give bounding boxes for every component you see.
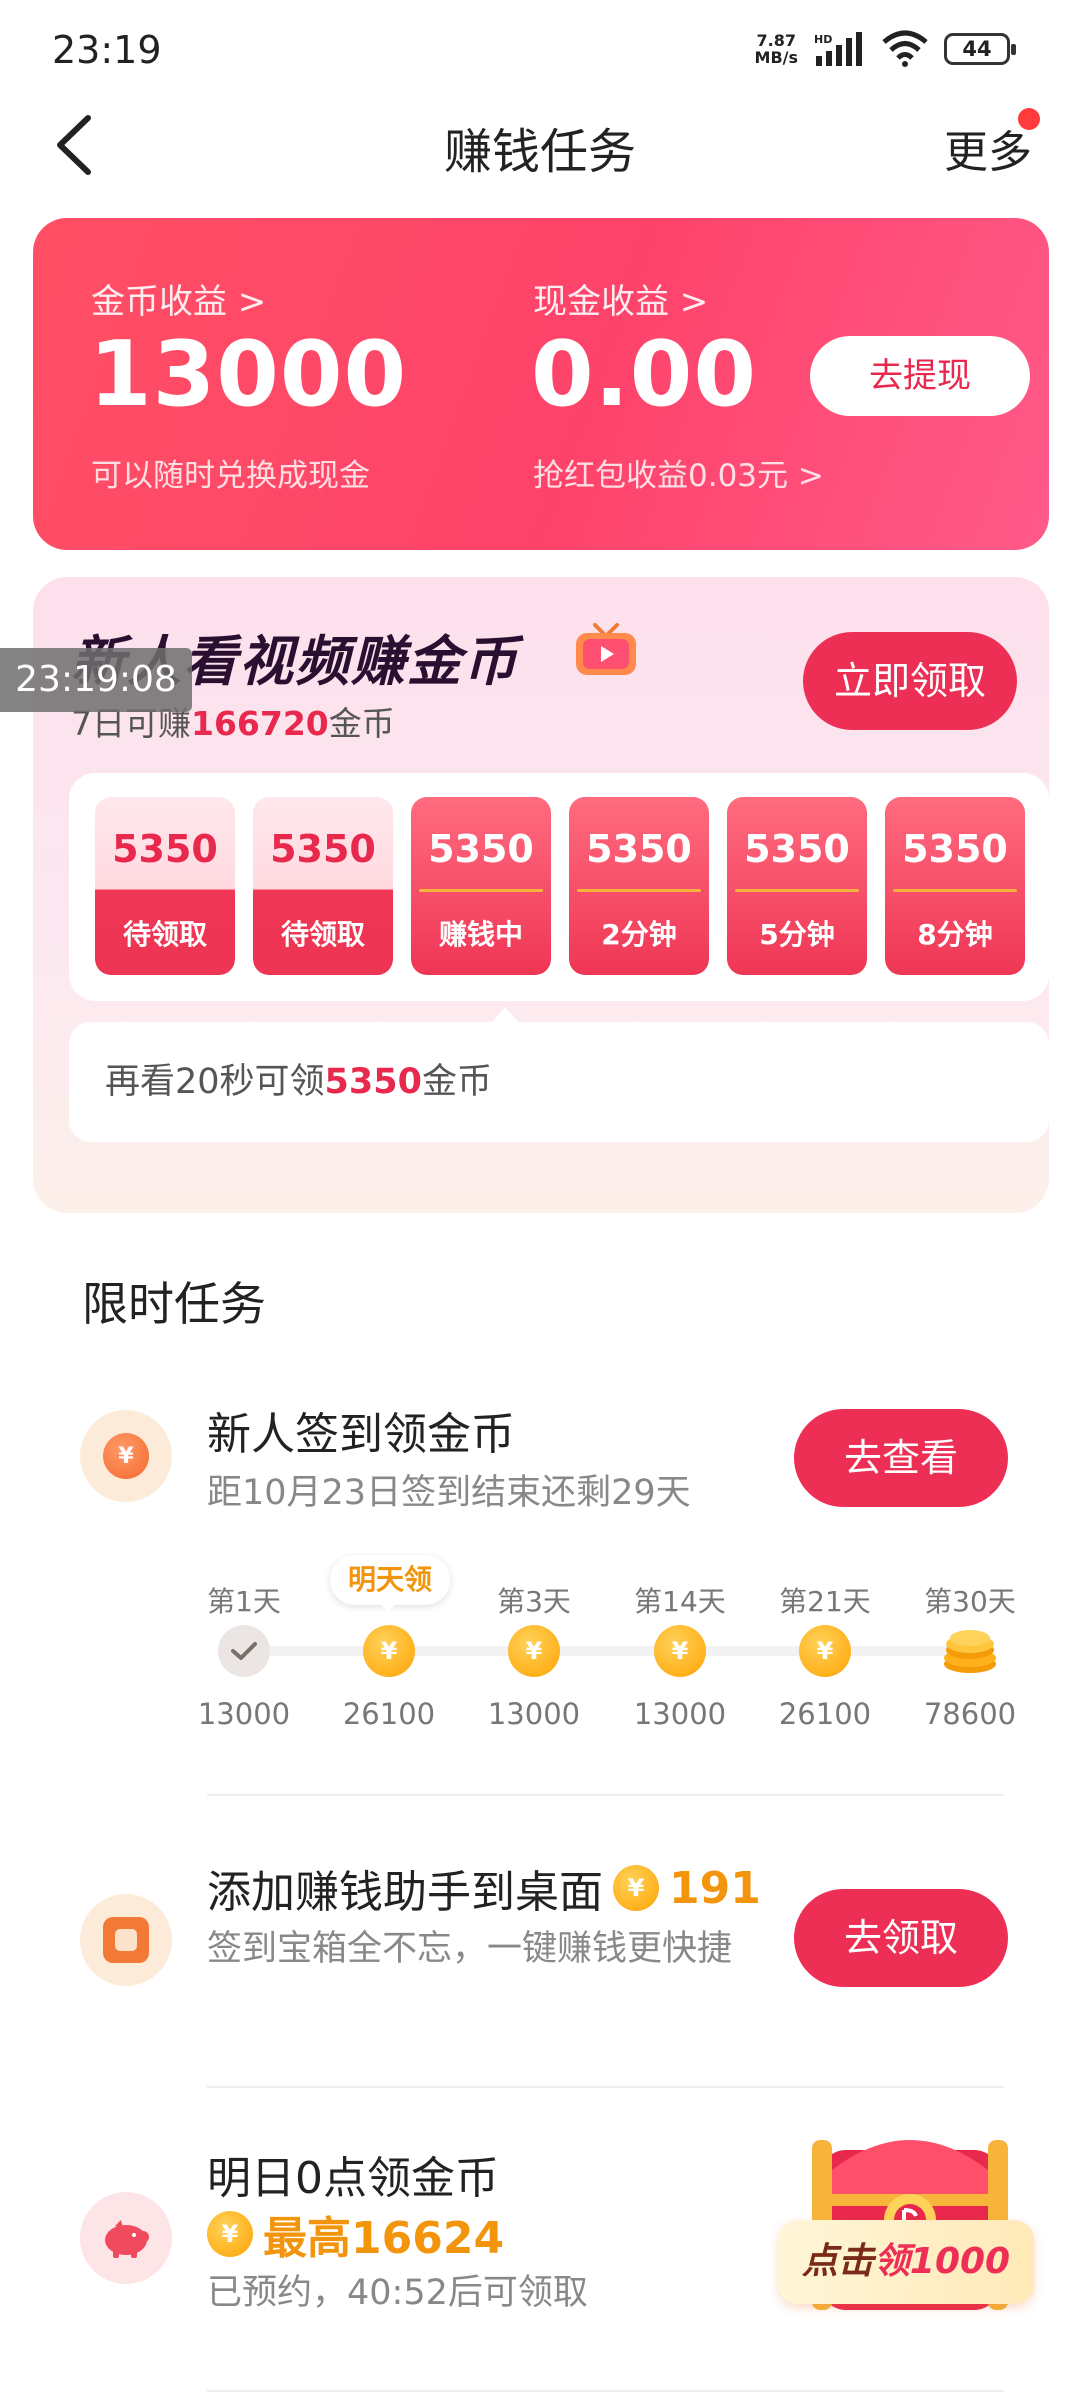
wifi-icon xyxy=(882,30,928,67)
coin-icon: ¥ xyxy=(799,1625,851,1677)
check-icon xyxy=(218,1625,270,1677)
timeline-amount: 26100 xyxy=(778,1697,872,1731)
coin-icon: ¥ xyxy=(654,1625,706,1677)
cash-earnings-link[interactable]: 现金收益 > xyxy=(533,274,708,323)
reward-tile[interactable]: 5350 待领取 xyxy=(253,797,393,975)
time-overlay: 23:19:08 xyxy=(0,648,192,712)
signal-icon: HD xyxy=(814,32,862,66)
status-bar: 23:19 7.87 MB/s HD 44 xyxy=(0,0,1080,100)
task-title: 明日0点领金币 xyxy=(207,2153,499,2204)
coin-icon: ¥ xyxy=(207,2211,253,2257)
coin-earnings-link[interactable]: 金币收益 > xyxy=(91,274,266,323)
view-signin-button[interactable]: 去查看 xyxy=(794,1409,1008,1507)
cash-earnings-value: 0.00 xyxy=(531,322,758,427)
timeline-day: 第21天 xyxy=(779,1585,871,1618)
coin-icon: ¥ xyxy=(508,1625,560,1677)
earnings-card: 金币收益 > 13000 可以随时兑换成现金 现金收益 > 0.00 抢红包收益… xyxy=(33,218,1049,550)
tomorrow-bubble: 明天领 xyxy=(330,1555,450,1605)
task-title: 新人签到领金币 xyxy=(207,1409,515,1460)
claim-desktop-button[interactable]: 去领取 xyxy=(794,1889,1008,1987)
hint-pointer xyxy=(491,1007,519,1023)
timeline-day: 第14天 xyxy=(634,1585,726,1618)
timeline-amount: 78600 xyxy=(923,1697,1017,1731)
battery-icon: 44 xyxy=(944,33,1016,65)
piggy-bank-icon xyxy=(80,2192,172,2284)
divider xyxy=(207,2390,1004,2392)
chest-claim-label[interactable]: 点击领1000 xyxy=(778,2220,1034,2304)
timeline-day: 第1天 xyxy=(207,1585,281,1618)
coin-icon: ¥ xyxy=(363,1625,415,1677)
reward-tile[interactable]: 5350 8分钟 xyxy=(885,797,1025,975)
timeline-track xyxy=(242,1646,972,1656)
coin-icon: ¥ xyxy=(613,1865,659,1911)
tv-icon xyxy=(576,623,636,675)
task-description: 距10月23日签到结束还剩29天 xyxy=(207,1473,691,1513)
network-speed: 7.87 MB/s xyxy=(754,31,798,67)
status-time: 23:19 xyxy=(52,28,162,72)
reward-tile[interactable]: 5350 赚钱中 xyxy=(411,797,551,975)
coin-stack-icon xyxy=(944,1630,996,1673)
more-button[interactable]: 更多 xyxy=(944,116,1032,180)
timeline-day: 第3天 xyxy=(497,1585,571,1618)
timeline-amount: 13000 xyxy=(487,1697,581,1731)
reward-tile[interactable]: 5350 待领取 xyxy=(95,797,235,975)
timeline-amount: 26100 xyxy=(342,1697,436,1731)
timeline-amount: 13000 xyxy=(197,1697,291,1731)
timeline-amount: 13000 xyxy=(633,1697,727,1731)
reward-tile[interactable]: 5350 5分钟 xyxy=(727,797,867,975)
app-icon xyxy=(80,1894,172,1986)
reward-tile[interactable]: 5350 2分钟 xyxy=(569,797,709,975)
notification-dot xyxy=(1018,108,1040,130)
divider xyxy=(207,2086,1004,2088)
total-coins: 166720 xyxy=(191,704,329,743)
reward-strip: 5350 待领取 5350 待领取 5350 赚钱中 5350 2分钟 5350… xyxy=(69,773,1049,1001)
withdraw-button[interactable]: 去提现 xyxy=(810,336,1030,416)
coin-earnings-value: 13000 xyxy=(89,322,408,427)
claim-now-button[interactable]: 立即领取 xyxy=(803,632,1017,730)
coin-bonus: 191 xyxy=(669,1862,761,1914)
timeline-day: 第30天 xyxy=(924,1585,1016,1618)
max-reward: ¥ 最高16624 xyxy=(207,2202,504,2266)
status-indicators: 7.87 MB/s HD 44 xyxy=(754,30,1016,68)
coin-icon: ¥ xyxy=(80,1410,172,1502)
task-description: 已预约，40:52后可领取 xyxy=(207,2273,588,2313)
section-title: 限时任务 xyxy=(82,1277,266,1331)
red-packet-earnings-link[interactable]: 抢红包收益0.03元 > xyxy=(533,450,824,495)
task-description: 签到宝箱全不忘，一键赚钱更快捷 xyxy=(207,1929,733,1969)
svg-text:HD: HD xyxy=(814,33,832,46)
video-progress-hint: 再看20秒可领5350金币 xyxy=(69,1022,1049,1142)
page-title: 赚钱任务 xyxy=(443,124,636,180)
divider xyxy=(207,1794,1004,1796)
task-title: 添加赚钱助手到桌面 ¥ 191 xyxy=(207,1862,761,1919)
coin-earnings-note: 可以随时兑换成现金 xyxy=(91,458,370,494)
